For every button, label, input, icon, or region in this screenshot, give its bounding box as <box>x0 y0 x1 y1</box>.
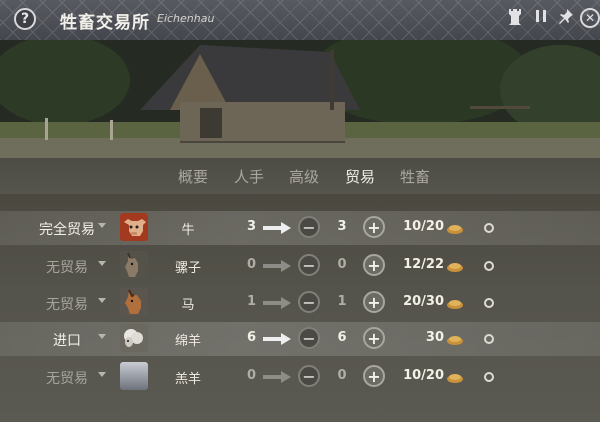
info-dot[interactable] <box>484 261 494 271</box>
close-button[interactable]: ✕ <box>580 8 600 28</box>
increase-button[interactable]: + <box>363 327 385 349</box>
stable-capacity: 10/20 <box>403 219 444 234</box>
animal-name: 羔羊 <box>174 372 201 387</box>
decrease-button[interactable]: − <box>298 291 320 313</box>
increase-button[interactable]: + <box>363 291 385 313</box>
table-row: 无贸易 骡子 0 − 0 + 12/22 <box>0 249 600 283</box>
hay-icon <box>447 263 463 272</box>
table-row: 完全贸易 牛 3 − 3 + 10/20 <box>0 211 600 245</box>
target-count: 0 <box>337 257 347 272</box>
stable-capacity: 10/20 <box>403 368 444 383</box>
trade-mode-select[interactable]: 无贸易 <box>22 294 112 314</box>
hay-icon <box>447 300 463 309</box>
title-bar[interactable]: ? 牲畜交易所 Eichenhau ✕ <box>0 0 600 41</box>
arrow-right-icon <box>263 260 291 272</box>
info-dot[interactable] <box>484 372 494 382</box>
info-dot[interactable] <box>484 298 494 308</box>
target-count: 3 <box>337 219 347 234</box>
trade-mode-select[interactable]: 无贸易 <box>22 368 112 388</box>
stable-capacity: 30 <box>425 330 444 345</box>
animal-name: 牛 <box>181 223 195 238</box>
chevron-down-icon[interactable] <box>98 298 106 303</box>
increase-button[interactable]: + <box>363 365 385 387</box>
trade-mode-select[interactable]: 无贸易 <box>22 257 112 277</box>
barn-scene-image <box>0 40 600 158</box>
table-row: 进口 绵羊 6 − 6 + 30 <box>0 322 600 356</box>
lamb-icon <box>120 362 148 390</box>
chevron-down-icon[interactable] <box>98 334 106 339</box>
increase-button[interactable]: + <box>363 216 385 238</box>
current-count: 0 <box>246 368 256 383</box>
window-subtitle: Eichenhau <box>157 12 215 25</box>
info-dot[interactable] <box>484 334 494 344</box>
tab-workers[interactable]: 人手 <box>234 166 264 187</box>
current-count: 3 <box>246 219 256 234</box>
current-count: 6 <box>246 330 256 345</box>
chevron-down-icon[interactable] <box>98 261 106 266</box>
horse-icon <box>120 288 148 316</box>
animal-name: 马 <box>181 298 195 313</box>
trade-mode-select[interactable]: 完全贸易 <box>22 219 112 239</box>
tab-livestock[interactable]: 牲畜 <box>400 166 430 187</box>
hay-icon <box>447 225 463 234</box>
decrease-button[interactable]: − <box>298 327 320 349</box>
stable-capacity: 20/30 <box>403 294 444 309</box>
tab-bar: 概要 人手 高级 贸易 牲畜 <box>0 158 600 194</box>
target-count: 0 <box>337 368 347 383</box>
chevron-down-icon[interactable] <box>98 372 106 377</box>
cow-icon <box>120 213 148 241</box>
decrease-button[interactable]: − <box>298 216 320 238</box>
sheep-icon <box>120 324 148 352</box>
chevron-down-icon[interactable] <box>98 223 106 228</box>
hay-icon <box>447 336 463 345</box>
current-count: 0 <box>246 257 256 272</box>
decrease-button[interactable]: − <box>298 254 320 276</box>
pause-icon[interactable] <box>531 8 551 28</box>
tab-overview[interactable]: 概要 <box>178 166 208 187</box>
castle-tower-icon[interactable] <box>505 8 525 28</box>
decrease-button[interactable]: − <box>298 365 320 387</box>
arrow-right-icon <box>263 371 291 383</box>
mule-icon <box>120 251 148 279</box>
help-button[interactable]: ? <box>14 8 36 30</box>
increase-button[interactable]: + <box>363 254 385 276</box>
pin-icon[interactable] <box>556 8 576 28</box>
animal-name: 骡子 <box>174 261 201 276</box>
arrow-right-icon <box>263 297 291 309</box>
stable-capacity: 12/22 <box>403 257 444 272</box>
animal-name: 绵羊 <box>174 334 201 349</box>
window-title: 牲畜交易所 <box>60 13 150 33</box>
arrow-right-icon <box>263 222 291 234</box>
table-row: 无贸易 羔羊 0 − 0 + 10/20 <box>0 360 600 394</box>
current-count: 1 <box>246 294 256 309</box>
settlement-scene <box>0 40 600 158</box>
info-dot[interactable] <box>484 223 494 233</box>
target-count: 6 <box>337 330 347 345</box>
trade-mode-select[interactable]: 进口 <box>22 330 112 350</box>
arrow-right-icon <box>263 333 291 345</box>
hay-icon <box>447 374 463 383</box>
tab-trade[interactable]: 贸易 <box>345 166 375 187</box>
trade-window: ? 牲畜交易所 Eichenhau ✕ 概要 人手 高级 贸易 牲畜 完全贸易 … <box>0 0 600 422</box>
table-row: 无贸易 马 1 − 1 + 20/30 <box>0 286 600 320</box>
target-count: 1 <box>337 294 347 309</box>
tab-advanced[interactable]: 高级 <box>289 166 319 187</box>
